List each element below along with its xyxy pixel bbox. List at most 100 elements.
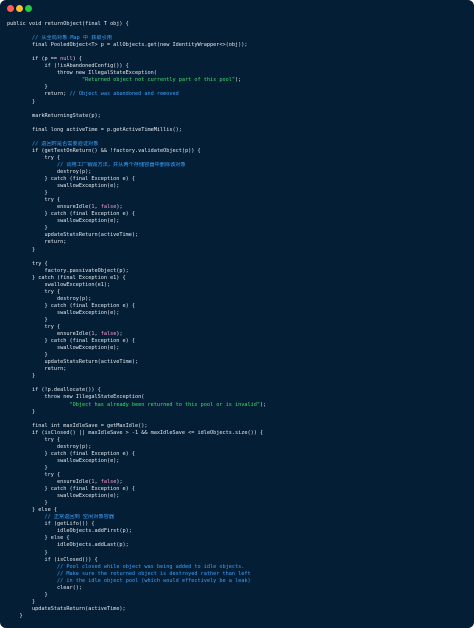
code-token-plain: swallowException(e); <box>7 493 120 500</box>
code-token-plain: destroy(p); <box>7 443 92 450</box>
code-token-plain: idleObjects.addLast(p); <box>7 542 129 549</box>
window-titlebar <box>0 0 474 18</box>
code-line: } <box>7 317 469 324</box>
code-line: "Object has already been returned to thi… <box>7 402 469 409</box>
code-line: "Returned object not currently part of t… <box>7 77 469 84</box>
code-line: final int maxIdleSave = getMaxIdle(); <box>7 423 469 430</box>
code-token-plain: ensureIdle( <box>7 204 92 211</box>
code-line: } <box>7 373 469 380</box>
code-line: // in the idle object pool (which would … <box>7 578 469 585</box>
code-line: swallowException(e); <box>7 493 469 500</box>
code-token-plain: ) { <box>72 56 82 63</box>
code-token-plain: ); <box>235 77 242 84</box>
code-token-plain: return; <box>7 91 70 98</box>
code-line: } <box>7 592 469 599</box>
code-token-plain: ensureIdle( <box>7 331 92 338</box>
code-line: } <box>7 409 469 416</box>
code-line: if (!p.deallocate()) { <box>7 387 469 394</box>
code-token-plain: } <box>7 598 36 605</box>
minimize-window-icon[interactable] <box>16 5 23 12</box>
code-token-plain: } <box>7 408 36 415</box>
code-token-plain: ); <box>116 204 123 211</box>
code-token-plain: } catch (final Exception e) { <box>7 302 136 309</box>
code-token-plain: try { <box>7 436 61 443</box>
code-token-plain: ); <box>259 401 267 408</box>
code-line: ensureIdle(1, false); <box>7 331 469 338</box>
code-token-plain: } <box>7 352 48 359</box>
code-token-plain: try { <box>7 472 61 478</box>
code-line: // 返回时是否需要验证对象 <box>7 141 469 148</box>
code-line: swallowException(e); <box>7 310 469 317</box>
code-line: idleObjects.addFirst(p); <box>7 528 469 535</box>
code-token-comment: // Object was abandoned and removed <box>69 91 179 98</box>
code-line: factory.passivateObject(p); <box>7 268 469 275</box>
code-token-num: null <box>60 56 73 63</box>
code-line: swallowException(e); <box>7 183 469 190</box>
code-token-plain: swallowException(e); <box>7 309 120 316</box>
code-token-plain: } else { <box>7 535 70 542</box>
code-line: } else { <box>7 507 469 514</box>
code-line: if (getLifo()) { <box>7 521 469 528</box>
code-token-plain: } <box>7 246 36 253</box>
code-token-plain: idleObjects.addFirst(p); <box>7 528 132 535</box>
code-token-plain: } <box>7 190 48 197</box>
code-line: try { <box>7 197 469 204</box>
code-line: throw new IllegalStateException( <box>7 394 469 401</box>
code-line: } <box>7 247 469 254</box>
code-line: public void returnObject(final T obj) { <box>7 21 469 28</box>
code-line: if (isClosed()) { <box>7 557 469 564</box>
code-token-comment: // 调用工厂销毁方法，并从两个存储容器中删除该对象 <box>56 161 186 168</box>
code-line: try { <box>7 472 469 479</box>
code-line: } <box>7 500 469 507</box>
code-token-plain: if (getLifo()) { <box>7 521 95 528</box>
code-line: } catch (final Exception e) { <box>7 451 469 458</box>
code-token-plain: markReturningState(p); <box>7 112 101 119</box>
zoom-window-icon[interactable] <box>25 5 32 12</box>
code-line: } <box>7 613 469 620</box>
code-line: try { <box>7 324 469 331</box>
code-line: } catch (final Exception e) { <box>7 338 469 345</box>
code-line: destroy(p); <box>7 169 469 176</box>
code-line: try { <box>7 155 469 162</box>
code-token-plain: } <box>7 225 48 232</box>
code-line: ensureIdle(1, false); <box>7 479 469 486</box>
close-window-icon[interactable] <box>7 5 14 12</box>
code-line: ensureIdle(1, false); <box>7 204 469 211</box>
code-token-plain: updateStatsReturn(activeTime); <box>7 232 139 239</box>
code-token-plain: } <box>7 316 48 323</box>
code-line: try { <box>7 437 469 444</box>
code-line: } <box>7 465 469 472</box>
code-token-plain: if (!isAbandonedConfig()) { <box>7 63 129 70</box>
code-token-plain: destroy(p); <box>7 168 92 175</box>
code-token-plain: } <box>7 98 36 105</box>
code-line: } <box>7 550 469 557</box>
code-line: // Pool closed while object was being ad… <box>7 564 469 571</box>
code-token-plain: } catch (final Exception e) { <box>7 338 136 345</box>
code-token-plain: try { <box>7 260 48 267</box>
code-line: updateStatsReturn(activeTime); <box>7 359 469 366</box>
code-line: } <box>7 190 469 197</box>
code-line: if (isClosed() || maxIdleSave > -1 && ma… <box>7 430 469 437</box>
code-token-string: "Object has already been returned to thi… <box>69 401 260 408</box>
code-token-plain: updateStatsReturn(activeTime); <box>7 359 139 366</box>
code-token-string: "Returned object not currently part of t… <box>81 77 236 84</box>
code-line: // 调用工厂销毁方法，并从两个存储容器中删除该对象 <box>7 162 469 169</box>
code-line: if (getTestOnReturn() && !factory.valida… <box>7 148 469 155</box>
code-line: return; <box>7 366 469 373</box>
code-token-plain: if (p == <box>7 56 61 63</box>
code-token-comment: // Pool closed while object was being ad… <box>56 563 245 570</box>
code-token-plain: factory.passivateObject(p); <box>7 267 129 274</box>
